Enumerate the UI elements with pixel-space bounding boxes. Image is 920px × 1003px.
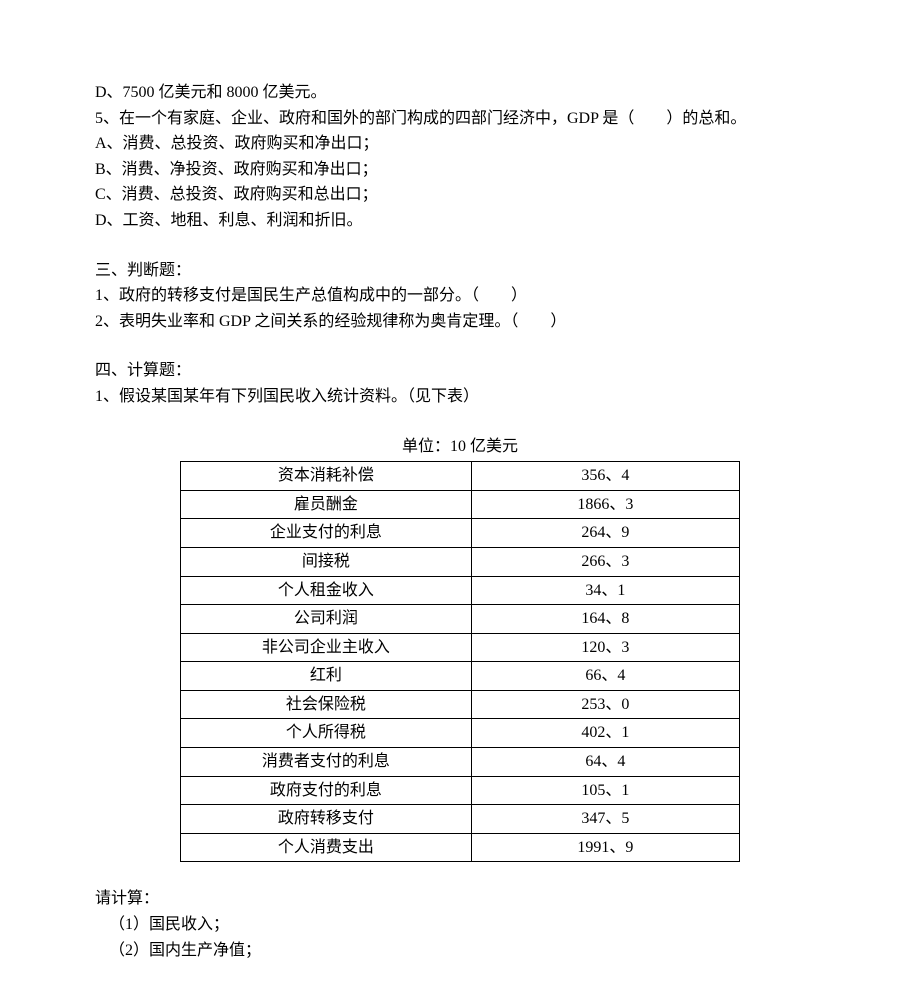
- table-row: 公司利润164、8: [181, 605, 740, 634]
- question-5-option-b: B、消费、净投资、政府购买和净出口；: [95, 157, 825, 183]
- table-cell-value: 1991、9: [471, 833, 739, 862]
- table-cell-value: 266、3: [471, 547, 739, 576]
- table-cell-label: 雇员酬金: [181, 490, 472, 519]
- question-5-stem: 5、在一个有家庭、企业、政府和国外的部门构成的四部门经济中，GDP 是（ ）的总…: [95, 106, 825, 132]
- section-3-title: 三、判断题：: [95, 258, 825, 284]
- calc-item-2: （2）国内生产净值；: [95, 938, 825, 964]
- table-row: 雇员酬金1866、3: [181, 490, 740, 519]
- table-cell-value: 402、1: [471, 719, 739, 748]
- table-cell-value: 253、0: [471, 690, 739, 719]
- table-cell-value: 347、5: [471, 805, 739, 834]
- table-cell-label: 政府支付的利息: [181, 776, 472, 805]
- table-row: 红利66、4: [181, 662, 740, 691]
- table-cell-value: 164、8: [471, 605, 739, 634]
- table-cell-label: 间接税: [181, 547, 472, 576]
- table-row: 政府支付的利息105、1: [181, 776, 740, 805]
- table-cell-label: 个人消费支出: [181, 833, 472, 862]
- table-cell-value: 120、3: [471, 633, 739, 662]
- question-5-option-a: A、消费、总投资、政府购买和净出口；: [95, 131, 825, 157]
- table-cell-label: 社会保险税: [181, 690, 472, 719]
- table-cell-label: 企业支付的利息: [181, 519, 472, 548]
- table-cell-label: 个人所得税: [181, 719, 472, 748]
- table-row: 消费者支付的利息64、4: [181, 748, 740, 777]
- table-cell-value: 1866、3: [471, 490, 739, 519]
- table-row: 政府转移支付347、5: [181, 805, 740, 834]
- table-cell-value: 66、4: [471, 662, 739, 691]
- table-row: 个人消费支出1991、9: [181, 833, 740, 862]
- table-row: 社会保险税253、0: [181, 690, 740, 719]
- table-caption: 单位：10 亿美元: [95, 434, 825, 460]
- calc-prompt: 请计算：: [95, 886, 825, 912]
- section-4-title: 四、计算题：: [95, 358, 825, 384]
- table-row: 资本消耗补偿356、4: [181, 462, 740, 491]
- section-3-question-1: 1、政府的转移支付是国民生产总值构成中的一部分。（ ）: [95, 283, 825, 309]
- table-cell-value: 356、4: [471, 462, 739, 491]
- question-5-option-c: C、消费、总投资、政府购买和总出口；: [95, 182, 825, 208]
- data-table: 资本消耗补偿356、4雇员酬金1866、3企业支付的利息264、9间接税266、…: [180, 461, 740, 862]
- table-cell-label: 消费者支付的利息: [181, 748, 472, 777]
- calc-item-1: （1）国民收入；: [95, 912, 825, 938]
- table-cell-value: 264、9: [471, 519, 739, 548]
- table-cell-label: 公司利润: [181, 605, 472, 634]
- table-cell-value: 34、1: [471, 576, 739, 605]
- section-3-question-2: 2、表明失业率和 GDP 之间关系的经验规律称为奥肯定理。（ ）: [95, 309, 825, 335]
- table-row: 非公司企业主收入120、3: [181, 633, 740, 662]
- table-row: 个人所得税402、1: [181, 719, 740, 748]
- table-cell-label: 红利: [181, 662, 472, 691]
- question-5-option-d: D、工资、地租、利息、利润和折旧。: [95, 208, 825, 234]
- section-4-question-1: 1、假设某国某年有下列国民收入统计资料。（见下表）: [95, 384, 825, 410]
- table-cell-label: 非公司企业主收入: [181, 633, 472, 662]
- table-cell-label: 个人租金收入: [181, 576, 472, 605]
- table-row: 间接税266、3: [181, 547, 740, 576]
- table-cell-value: 64、4: [471, 748, 739, 777]
- table-cell-value: 105、1: [471, 776, 739, 805]
- question-4-option-d: D、7500 亿美元和 8000 亿美元。: [95, 80, 825, 106]
- table-cell-label: 资本消耗补偿: [181, 462, 472, 491]
- table-row: 企业支付的利息264、9: [181, 519, 740, 548]
- table-row: 个人租金收入34、1: [181, 576, 740, 605]
- table-cell-label: 政府转移支付: [181, 805, 472, 834]
